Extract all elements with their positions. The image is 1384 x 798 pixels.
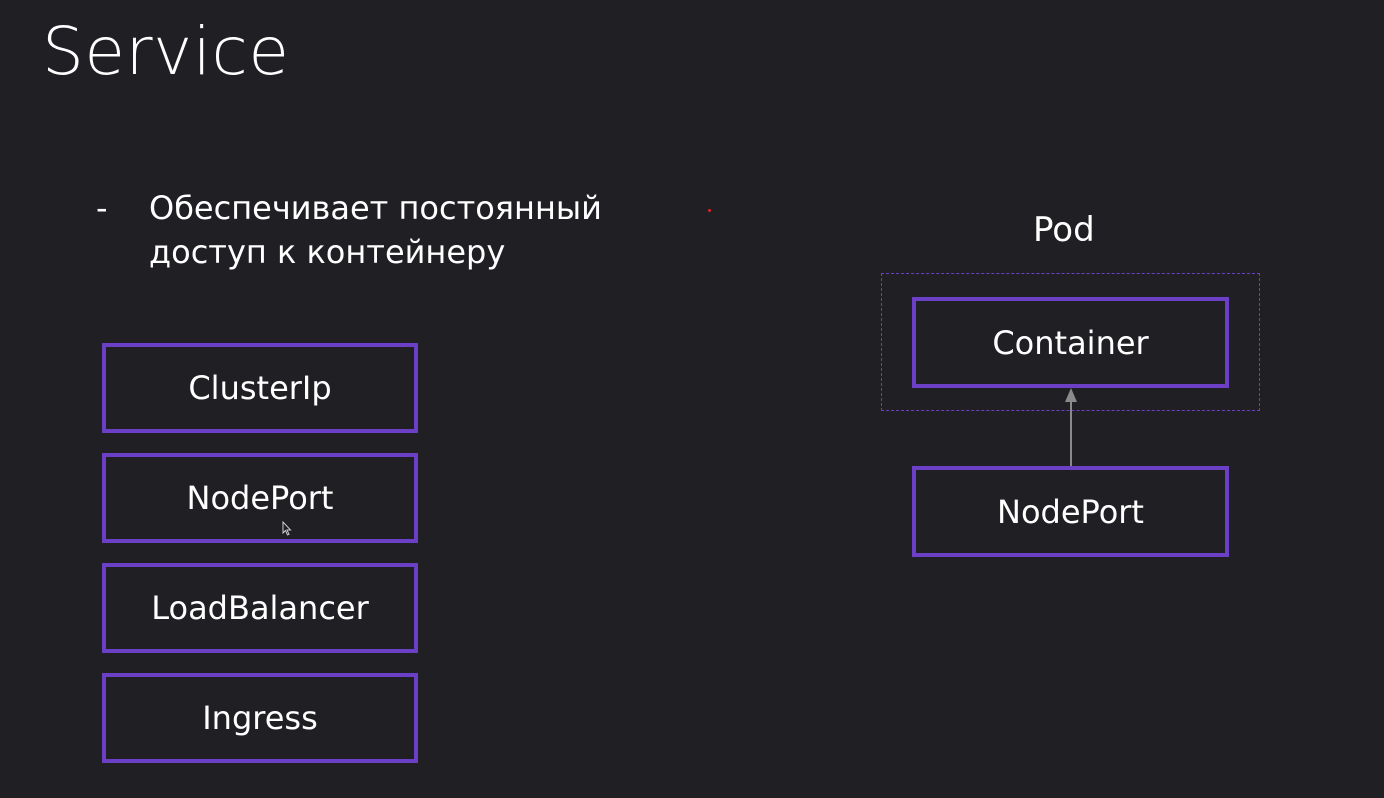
service-type-clusterip: ClusterIp [102,343,418,433]
container-label: Container [992,323,1149,362]
nodeport-box: NodePort [912,466,1229,557]
bullet-text: Обеспечивает постоянный доступ к контейн… [149,189,602,271]
service-type-label: LoadBalancer [151,589,369,627]
pointer-dot [708,209,711,212]
service-type-label: ClusterIp [188,369,332,407]
service-type-label: Ingress [202,699,318,737]
service-type-loadbalancer: LoadBalancer [102,563,418,653]
slide-title: Service [42,13,290,90]
nodeport-label: NodePort [997,492,1144,531]
mouse-cursor-icon [282,521,292,536]
service-type-ingress: Ingress [102,673,418,763]
container-box: Container [912,297,1229,388]
slide: Service - Обеспечивает постоянный доступ… [0,0,1384,798]
pod-label: Pod [1033,210,1095,250]
bullet-marker: - [96,189,108,227]
service-type-label: NodePort [186,479,334,517]
service-type-nodeport: NodePort [102,453,418,543]
